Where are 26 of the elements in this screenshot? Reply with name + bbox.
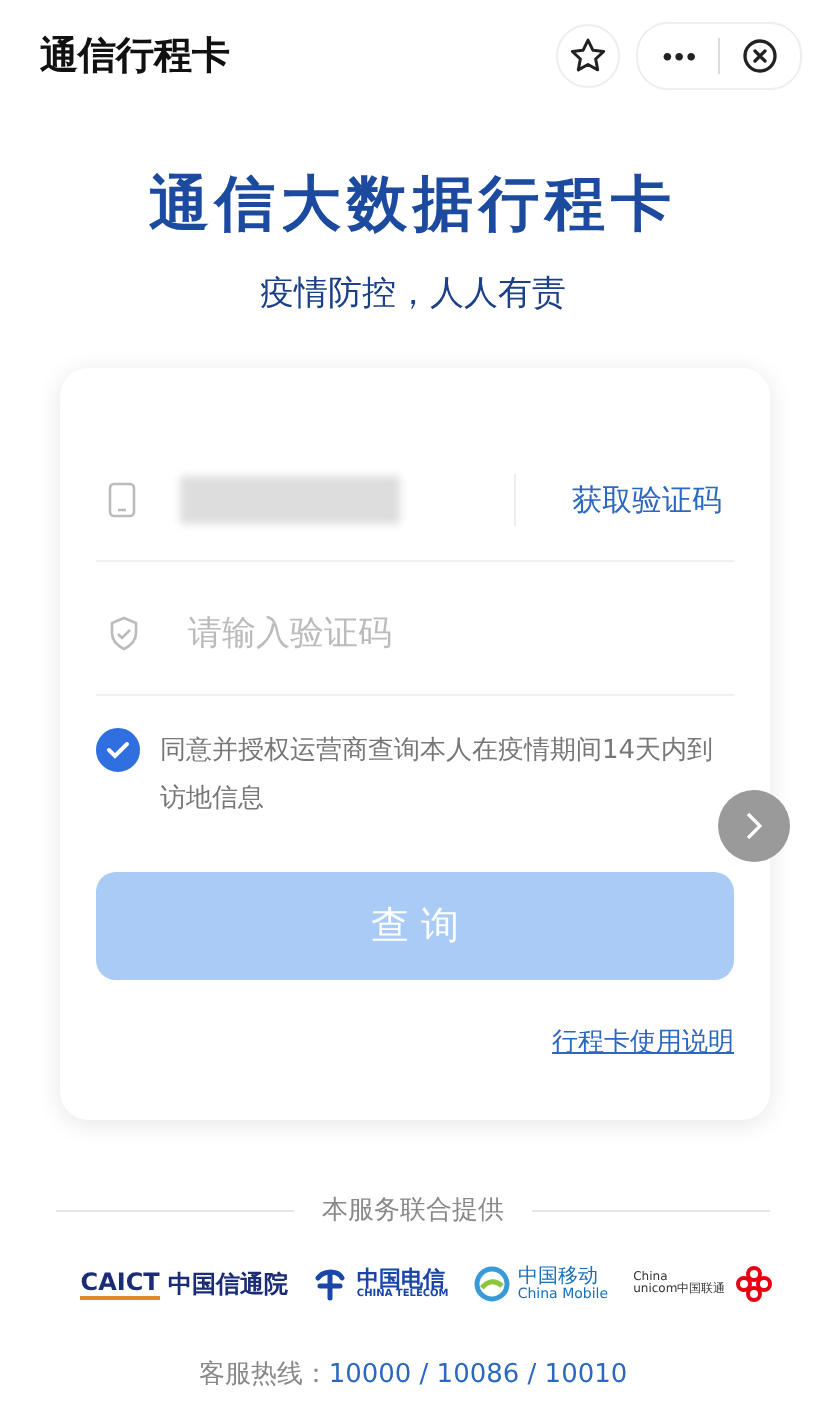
- hotline-numbers[interactable]: 10000 / 10086 / 10010: [328, 1360, 628, 1390]
- usage-guide-link[interactable]: 行程卡使用说明: [552, 1024, 734, 1060]
- logo-text: 中国移动: [517, 1267, 598, 1287]
- agreement-text: 同意并授权运营商查询本人在疫情期间14天内到访地信息: [160, 734, 716, 818]
- phone-icon: [108, 482, 136, 518]
- page-title: 通信行程卡: [40, 32, 230, 82]
- mobile-logo-icon: [473, 1266, 510, 1302]
- logo-text: 中国电信: [356, 1268, 445, 1290]
- telecom-logo-icon: [312, 1266, 349, 1302]
- get-code-button[interactable]: 获取验证码: [560, 481, 734, 519]
- close-icon[interactable]: [740, 36, 780, 76]
- favorite-button[interactable]: [556, 24, 621, 88]
- more-button[interactable]: •••: [662, 40, 698, 72]
- provided-by-label: 本服务联合提供: [322, 1194, 504, 1228]
- logo-text: 中国信通院: [167, 1267, 288, 1301]
- hero-title: 通信大数据行程卡: [147, 168, 679, 244]
- agreement-checkbox[interactable]: [96, 728, 140, 772]
- caict-logo-text: CAICT: [80, 1268, 160, 1300]
- check-icon: [106, 740, 130, 760]
- knot-logo-icon: [733, 1264, 774, 1304]
- slogan: 疫情防控，人人有责: [258, 272, 568, 316]
- star-icon: [568, 36, 609, 76]
- code-input[interactable]: 请输入验证码: [184, 612, 734, 656]
- hotline-label: 客服热线：: [198, 1360, 329, 1390]
- chevron-right-icon: [742, 810, 766, 842]
- shield-icon: [108, 616, 140, 652]
